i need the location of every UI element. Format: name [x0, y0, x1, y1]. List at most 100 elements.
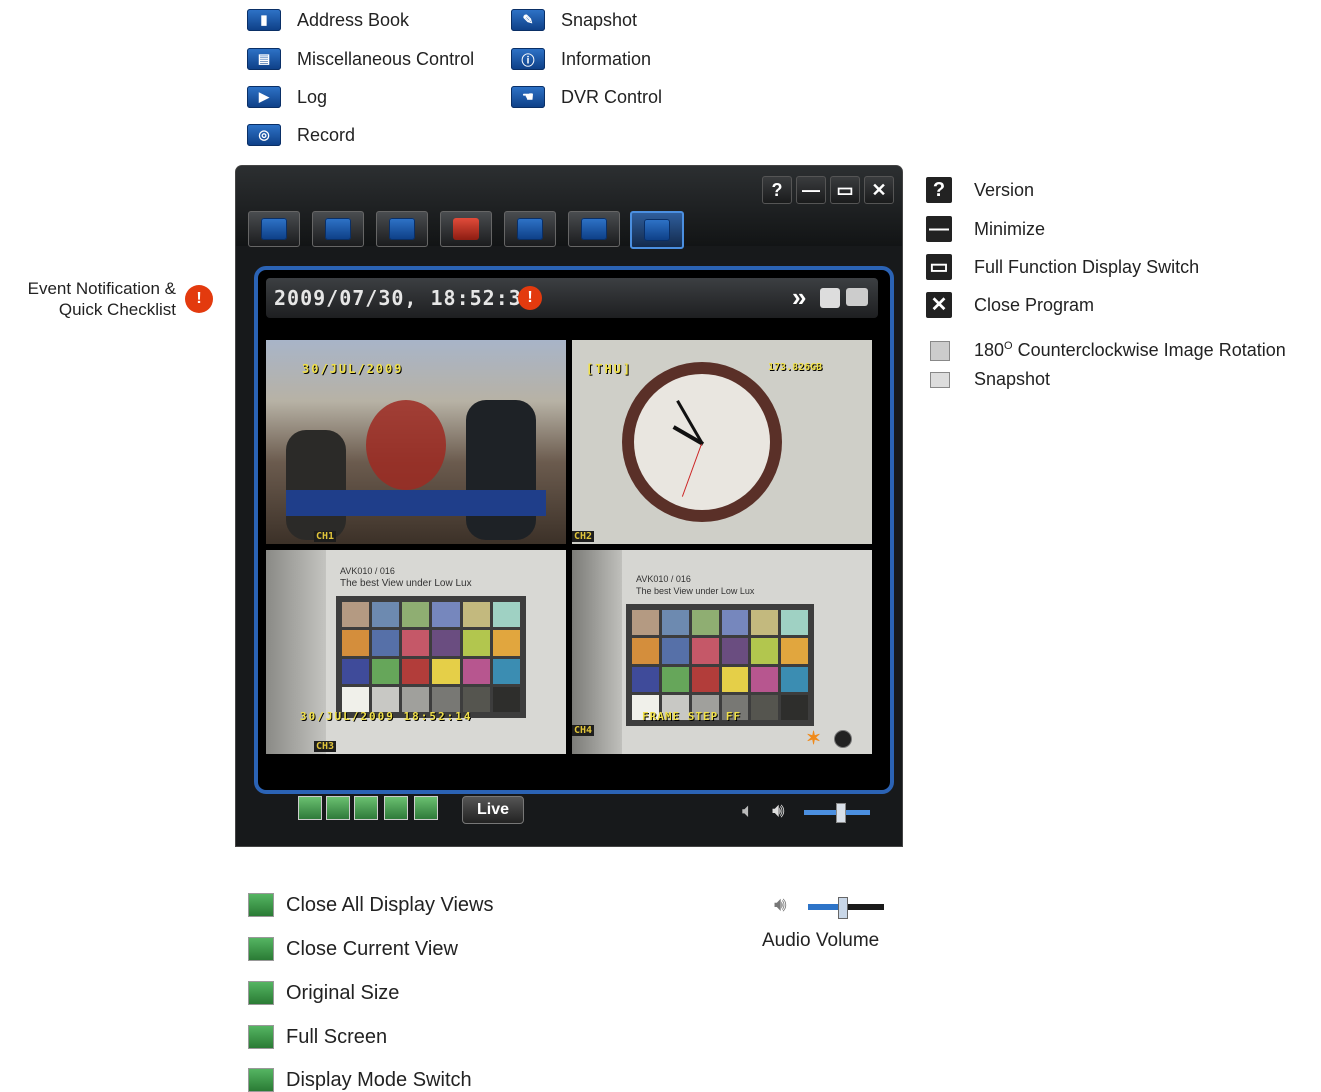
misc-control-icon: ▤	[247, 48, 281, 70]
ch2-size-osd: 173.826GB	[768, 362, 823, 373]
record-tool-button[interactable]	[440, 211, 492, 247]
camera-view-ch2[interactable]: [THU] 173.826GB CH2	[572, 340, 872, 544]
legend-label: Snapshot	[561, 9, 638, 30]
legend-minimize: — Minimize	[926, 216, 1045, 242]
wall-clock	[622, 362, 782, 522]
close-button[interactable]: ✕	[864, 176, 894, 204]
legend-record: ◎ Record	[247, 122, 355, 148]
close-program-icon: ✕	[926, 292, 952, 318]
ch4-frame-osd: FRAME STEP FF	[642, 710, 742, 723]
full-screen-button[interactable]	[384, 796, 408, 820]
speaker-icon[interactable]: 🔊︎	[772, 800, 785, 823]
speaker-legend-icon: 🔊︎	[774, 894, 787, 916]
legend-snapshot-small: Snapshot	[930, 369, 1050, 390]
color-chart-ch3	[336, 596, 526, 718]
misc-control-tool-button[interactable]	[312, 211, 364, 247]
snapshot-icon: ✎	[511, 9, 545, 31]
ch2-label: CH2	[572, 531, 595, 542]
status-bar: 2009/07/30, 18:52:36 ! »	[266, 278, 878, 318]
original-size-button[interactable]	[354, 796, 378, 820]
callout-line-2: Quick Checklist	[58, 300, 176, 319]
legend-misc-control: ▤ Miscellaneous Control	[247, 46, 474, 72]
camera-view-ch4[interactable]: AVK010 / 016 The best View under Low Lux…	[572, 550, 872, 754]
legend-snapshot: ✎ Snapshot	[511, 7, 637, 33]
color-chart-ch4	[626, 604, 814, 726]
test-sub-ch3: The best View under Low Lux	[340, 578, 472, 589]
legend-label: 180O Counterclockwise Image Rotation	[974, 340, 1286, 360]
dvr-control-tool-button[interactable]	[630, 211, 684, 249]
legend-label: Miscellaneous Control	[297, 48, 475, 69]
legend-full-screen: Full Screen	[248, 1025, 387, 1049]
notification-warning-icon[interactable]: !	[518, 286, 542, 310]
volume-legend-fill	[808, 904, 843, 910]
record-status-icon	[834, 730, 852, 748]
address-book-icon: ▮	[247, 9, 281, 31]
legend-close-all-views: Close All Display Views	[248, 893, 494, 917]
camera-grid: 30/JUL/2009 CH1 [THU] 173.826GB CH2 AVK0…	[266, 340, 872, 754]
legend-label: Display Mode Switch	[286, 1068, 472, 1091]
maximize-button[interactable]: ▭	[830, 176, 860, 204]
information-tool-button[interactable]	[568, 211, 620, 247]
log-tool-button[interactable]	[376, 211, 428, 247]
legend-label: Record	[297, 124, 356, 145]
test-sub-ch4: The best View under Low Lux	[636, 586, 755, 596]
snapshot-legend-icon	[930, 371, 950, 388]
close-all-views-icon	[248, 893, 274, 917]
full-function-icon: ▭	[926, 254, 952, 280]
live-button[interactable]: Live	[462, 796, 524, 824]
legend-close-current-view: Close Current View	[248, 937, 458, 961]
camera-view-ch3[interactable]: AVK010 / 016 The best View under Low Lux…	[266, 550, 566, 754]
legend-label: Address Book	[297, 9, 410, 30]
legend-label: Minimize	[974, 218, 1046, 239]
dvr-window: ? — ▭ ✕ 2009/07/30, 18:52:36 ! » 30/JUL/…	[236, 166, 902, 846]
test-text-ch3: AVK010 / 016	[340, 566, 395, 576]
timestamp: 2009/07/30, 18:52:36	[274, 286, 535, 310]
volume-legend-track	[808, 897, 884, 919]
information-icon: ⓘ	[511, 48, 545, 70]
legend-label: Close Current View	[286, 937, 458, 960]
legend-label: DVR Control	[561, 86, 663, 107]
legend-label: Full Screen	[286, 1025, 388, 1048]
video-display-frame: 2009/07/30, 18:52:36 ! » 30/JUL/2009 CH1	[254, 266, 894, 794]
snapshot-tool-button[interactable]	[504, 211, 556, 247]
ch3-label: CH3	[314, 741, 337, 752]
bottom-control-bar: Live 🔈︎ 🔊︎	[266, 786, 876, 836]
rotate-icon[interactable]	[820, 288, 840, 308]
legend-full-function: ▭ Full Function Display Switch	[926, 254, 1199, 280]
legend-label: Log	[297, 86, 328, 107]
legend-information: ⓘ Information	[511, 46, 651, 72]
ch1-label: CH1	[314, 531, 337, 542]
legend-label: Close All Display Views	[286, 893, 494, 916]
volume-slider[interactable]	[804, 803, 870, 823]
minimize-icon: —	[926, 216, 952, 242]
forward-icon[interactable]: »	[792, 282, 806, 313]
original-size-icon	[248, 981, 274, 1005]
legend-label: Full Function Display Switch	[974, 256, 1200, 277]
snapshot-small-icon[interactable]	[846, 288, 868, 306]
display-mode-switch-button[interactable]	[414, 796, 438, 820]
legend-original-size: Original Size	[248, 981, 399, 1005]
mute-icon[interactable]: 🔈︎	[742, 800, 754, 823]
ch4-label: CH4	[572, 725, 595, 736]
close-current-view-icon	[248, 937, 274, 961]
legend-label: Version	[974, 179, 1035, 200]
legend-rotation: 180O Counterclockwise Image Rotation	[930, 340, 1286, 361]
help-button[interactable]: ?	[762, 176, 792, 204]
close-current-view-button[interactable]	[326, 796, 350, 820]
legend-version: ? Version	[926, 177, 1034, 203]
legend-label: Original Size	[286, 981, 400, 1004]
motion-icon: ✶	[806, 728, 822, 748]
audio-volume-label: Audio Volume	[762, 930, 880, 951]
minimize-button[interactable]: —	[796, 176, 826, 204]
log-icon: ▶	[247, 86, 281, 108]
close-all-views-button[interactable]	[298, 796, 322, 820]
legend-label: Snapshot	[974, 369, 1051, 389]
volume-slider-thumb[interactable]	[836, 803, 846, 823]
full-screen-icon	[248, 1025, 274, 1049]
legend-display-mode-switch: Display Mode Switch	[248, 1068, 472, 1092]
camera-view-ch1[interactable]: 30/JUL/2009 CH1	[266, 340, 566, 544]
version-icon: ?	[926, 177, 952, 203]
legend-log: ▶ Log	[247, 84, 327, 110]
callout-line-1: Event Notification &	[27, 279, 176, 298]
address-book-tool-button[interactable]	[248, 211, 300, 247]
